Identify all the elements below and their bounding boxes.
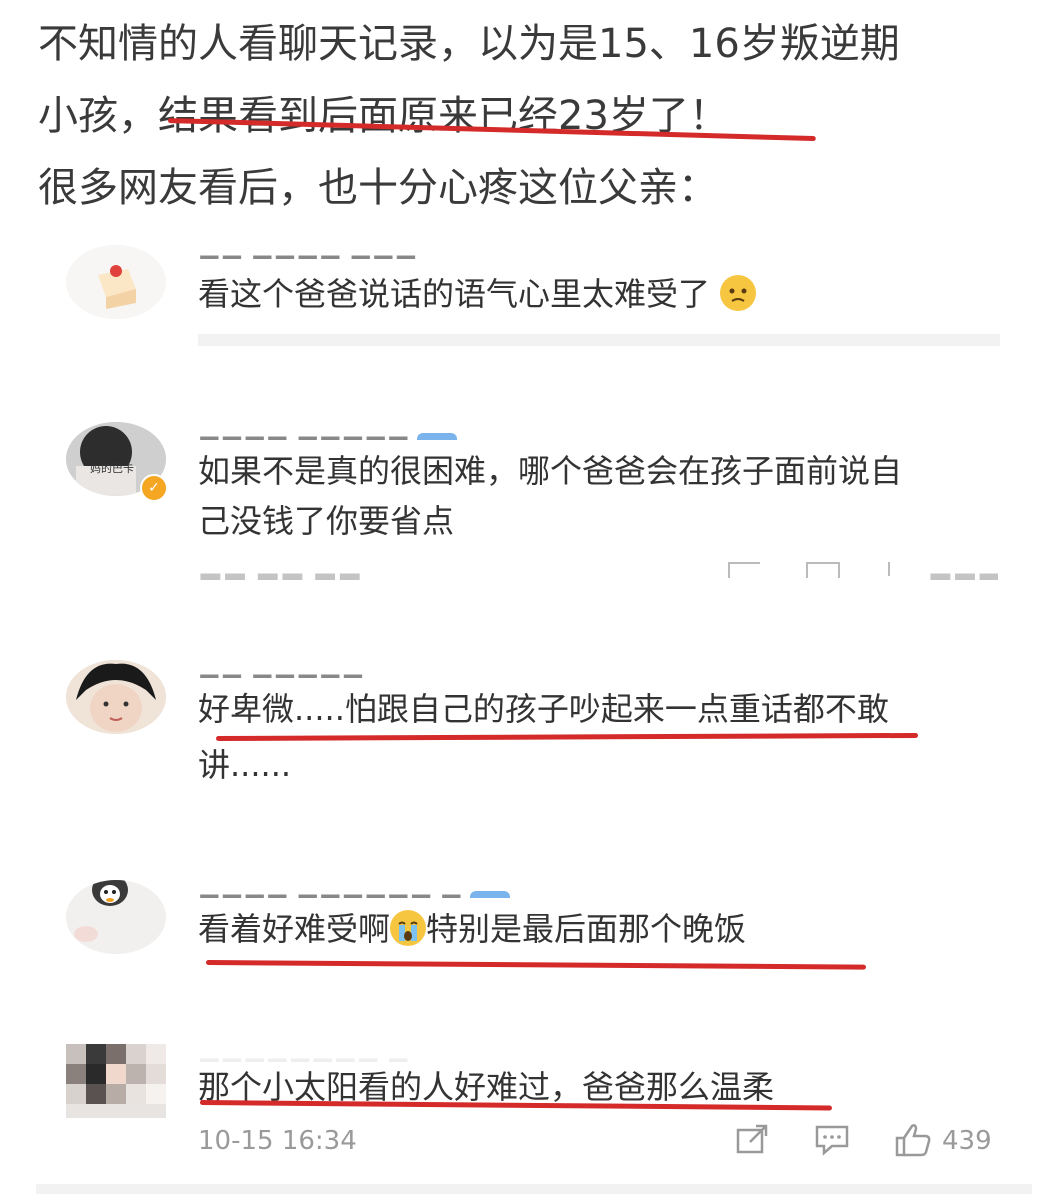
comment-meta-clipped: ▬▬ ▬▬ ▬▬ ▬▬▬ bbox=[198, 562, 998, 580]
vip-tag-icon bbox=[417, 433, 458, 440]
bottom-divider bbox=[36, 1184, 1032, 1194]
sad-face-emoji-icon bbox=[720, 275, 757, 311]
like-icon[interactable] bbox=[888, 562, 904, 576]
avatar[interactable] bbox=[66, 660, 166, 734]
share-icon[interactable] bbox=[728, 562, 760, 578]
comment-text: 看着好难受啊 特别是最后面那个晚饭 bbox=[198, 904, 998, 954]
thumbs-up-icon bbox=[895, 1124, 931, 1157]
intro-line-1: 不知情的人看聊天记录，以为是15、16岁叛逆期 bbox=[38, 21, 900, 67]
comment-text-content: 看这个爸爸说话的语气心里太难受了 bbox=[198, 275, 711, 313]
comment-text-line-1: 好卑微.....怕跟自己的孩子吵起来一点重话都不敢 bbox=[198, 690, 889, 728]
intro-line-3: 很多网友看后，也十分心疼这位父亲： bbox=[38, 165, 718, 211]
comment-text: 看这个爸爸说话的语气心里太难受了 bbox=[198, 269, 998, 319]
like-count: 439 bbox=[942, 1126, 992, 1156]
intro-line-2: 小孩，结果看到后面原来已经23岁了！ bbox=[38, 93, 729, 139]
comment-text-before: 看着好难受啊 bbox=[198, 910, 391, 948]
comment-icon[interactable] bbox=[806, 562, 840, 578]
like-button[interactable] bbox=[894, 1122, 932, 1165]
username[interactable]: ▬▬ ▬▬▬▬ ▬▬▬ bbox=[198, 241, 417, 259]
share-icon[interactable] bbox=[736, 1124, 770, 1163]
comment-text: 如果不是真的很困难，哪个爸爸会在孩子面前说自 己没钱了你要省点 bbox=[198, 446, 998, 546]
comment-item: 妈的巴卡 ✓ ▬▬▬▬ ▬▬▬▬▬ 如果不是真的很困难，哪个爸爸会在孩子面前说自… bbox=[66, 422, 1006, 582]
avatar[interactable] bbox=[66, 880, 166, 954]
crying-face-emoji-icon bbox=[390, 910, 427, 946]
divider bbox=[198, 334, 1000, 346]
username[interactable]: ▬▬▬▬ ▬▬▬▬▬ bbox=[198, 422, 458, 440]
username[interactable]: ▬▬▬▬▬▬▬▬ ▬ bbox=[198, 1044, 410, 1062]
intro-text: 不知情的人看聊天记录，以为是15、16岁叛逆期 小孩，结果看到后面原来已经23岁… bbox=[38, 8, 1028, 224]
comment-text-line-2: 讲...... bbox=[198, 746, 292, 784]
comment-text-after: 特别是最后面那个晚饭 bbox=[426, 910, 747, 948]
comment-text-line-1: 如果不是真的很困难，哪个爸爸会在孩子面前说自 bbox=[198, 452, 903, 490]
comment-item: ▬▬▬▬▬▬▬▬ ▬ 那个小太阳看的人好难过，爸爸那么温柔 10-15 16:3… bbox=[66, 1044, 1006, 1184]
avatar[interactable] bbox=[66, 245, 166, 319]
avatar[interactable] bbox=[66, 1044, 166, 1118]
vip-tag-icon bbox=[470, 891, 511, 898]
avatar-caption: 妈的巴卡 bbox=[90, 461, 134, 475]
comment-meta: 10-15 16:34 439 bbox=[198, 1124, 998, 1166]
username[interactable]: ▬▬▬▬ ▬▬▬▬▬▬ ▬ bbox=[198, 880, 511, 898]
timestamp: 10-15 16:34 bbox=[198, 1126, 357, 1156]
comment-text-line-2: 己没钱了你要省点 bbox=[198, 502, 455, 540]
comment-icon[interactable] bbox=[814, 1124, 850, 1163]
verified-badge-icon: ✓ bbox=[140, 474, 168, 502]
username[interactable]: ▬▬ ▬▬▬▬▬ bbox=[198, 660, 364, 678]
